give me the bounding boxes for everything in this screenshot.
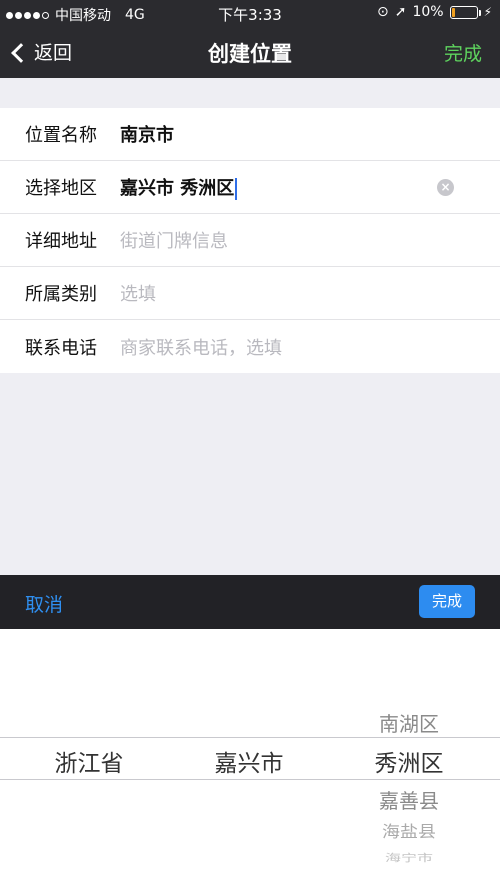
city-wheel[interactable]: 嘉兴市 (166, 629, 332, 889)
navigation-bar: 返回 创建位置 完成 (0, 26, 500, 78)
picker-cancel-button[interactable]: 取消 (25, 590, 63, 617)
category-input[interactable]: 选填 (120, 280, 156, 306)
district-selected[interactable]: 秀洲区 (326, 744, 492, 778)
clear-icon[interactable]: × (437, 179, 454, 196)
nav-done-button[interactable]: 完成 (444, 39, 482, 66)
charging-bolt-icon: ⚡ (483, 5, 492, 19)
phone-input[interactable]: 商家联系电话，选填 (120, 334, 282, 360)
city-selected[interactable]: 嘉兴市 (166, 744, 332, 778)
district-option[interactable]: 海盐县 (326, 820, 492, 843)
region-picker[interactable]: 浙江省 嘉兴市 南湖区 秀洲区 嘉善县 海盐县 海宁市 (0, 629, 500, 889)
province-wheel[interactable]: 浙江省 (6, 629, 172, 889)
district-option[interactable]: 嘉善县 (326, 785, 492, 814)
province-selected[interactable]: 浙江省 (6, 744, 172, 778)
page-title: 创建位置 (208, 42, 292, 66)
form-row-address[interactable]: 详细地址 街道门牌信息 (0, 214, 500, 267)
form-row-region[interactable]: 选择地区 嘉兴市 秀洲区 × (0, 161, 500, 214)
location-name-input[interactable]: 南京市 (120, 121, 174, 147)
form-row-name[interactable]: 位置名称 南京市 (0, 108, 500, 161)
picker-toolbar: 取消 完成 (0, 575, 500, 629)
battery-icon (449, 5, 481, 19)
status-right: ⊙ ➚ 10% ⚡ (377, 4, 492, 20)
address-input[interactable]: 街道门牌信息 (120, 227, 228, 253)
region-value: 嘉兴市 秀洲区 (120, 177, 235, 199)
location-form: 位置名称 南京市 选择地区 嘉兴市 秀洲区 × 详细地址 街道门牌信息 所属类别… (0, 108, 500, 373)
rotation-lock-icon: ⊙ (376, 4, 389, 20)
battery-percent: 10% (412, 4, 444, 20)
form-row-phone[interactable]: 联系电话 商家联系电话，选填 (0, 320, 500, 373)
location-arrow-icon: ➚ (394, 4, 407, 20)
form-row-category[interactable]: 所属类别 选填 (0, 267, 500, 320)
region-input[interactable]: 嘉兴市 秀洲区 (120, 174, 238, 201)
field-label-name: 位置名称 (25, 125, 97, 146)
field-label-address: 详细地址 (25, 231, 97, 252)
text-cursor (235, 178, 238, 201)
picker-done-button[interactable]: 完成 (419, 585, 475, 618)
district-wheel[interactable]: 南湖区 秀洲区 嘉善县 海盐县 海宁市 (326, 629, 492, 889)
field-label-region: 选择地区 (25, 178, 97, 199)
status-bar: 中国移动 4G 下午3:33 ⊙ ➚ 10% ⚡ (0, 0, 500, 26)
district-option[interactable]: 海宁市 (326, 849, 492, 865)
district-option[interactable]: 南湖区 (326, 708, 492, 737)
field-label-category: 所属类别 (25, 284, 97, 305)
field-label-phone: 联系电话 (25, 337, 97, 359)
